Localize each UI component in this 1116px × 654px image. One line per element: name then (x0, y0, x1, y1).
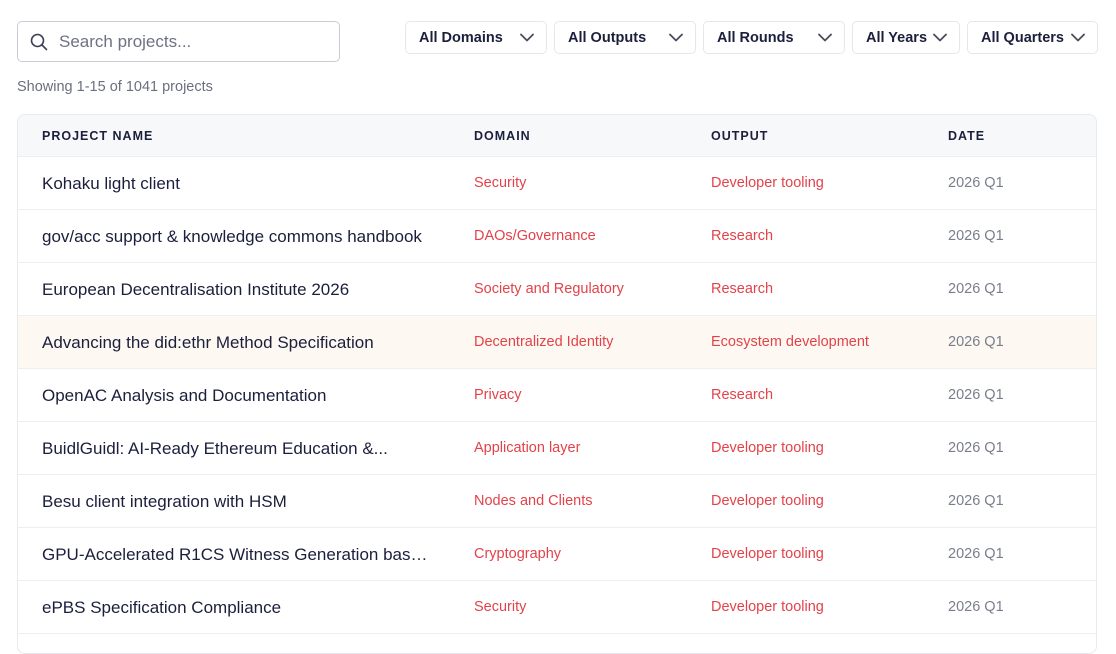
project-date: 2026 Q1 (948, 281, 1004, 297)
project-output: Developer tooling (711, 493, 824, 509)
project-output: Developer tooling (711, 546, 824, 562)
filter-bar: All Domains All Outputs All Rounds All Y… (0, 21, 1116, 54)
project-date: 2026 Q1 (948, 175, 1004, 191)
column-header-date[interactable]: DATE (948, 129, 985, 143)
project-domain: Nodes and Clients (474, 493, 593, 509)
project-date: 2026 Q1 (948, 546, 1004, 562)
project-output: Developer tooling (711, 440, 824, 456)
table-row[interactable]: OpenAC Analysis and Documentation Privac… (18, 369, 1096, 422)
chevron-down-icon (669, 33, 683, 42)
project-name[interactable]: gov/acc support & knowledge commons hand… (42, 210, 432, 263)
table-row-hovered[interactable]: Advancing the did:ethr Method Specificat… (18, 316, 1096, 369)
project-domain: Privacy (474, 387, 522, 403)
column-header-project-name[interactable]: PROJECT NAME (42, 129, 153, 143)
project-name[interactable]: European Decentralisation Institute 2026 (42, 263, 432, 316)
project-date: 2026 Q1 (948, 599, 1004, 615)
column-header-domain[interactable]: DOMAIN (474, 129, 531, 143)
year-filter-label: All Years (866, 29, 928, 46)
table-row[interactable]: BuidlGuidl: AI-Ready Ethereum Education … (18, 422, 1096, 475)
project-name[interactable]: Besu client integration with HSM (42, 475, 432, 528)
domain-filter-dropdown[interactable]: All Domains (405, 21, 547, 54)
chevron-down-icon (818, 33, 832, 42)
project-date: 2026 Q1 (948, 228, 1004, 244)
chevron-down-icon (520, 33, 534, 42)
project-domain: Society and Regulatory (474, 281, 624, 297)
project-name[interactable]: OpenAC Analysis and Documentation (42, 369, 432, 422)
project-output: Research (711, 281, 774, 297)
table-row[interactable]: gov/acc support & knowledge commons hand… (18, 210, 1096, 263)
chevron-down-icon (1071, 33, 1085, 42)
project-output: Research (711, 387, 774, 403)
output-filter-label: All Outputs (568, 29, 647, 46)
project-domain: Cryptography (474, 546, 562, 562)
table-row[interactable]: ePBS Specification Compliance Security D… (18, 581, 1096, 634)
project-date: 2026 Q1 (948, 440, 1004, 456)
table-row[interactable]: GPU-Accelerated R1CS Witness Generation … (18, 528, 1096, 581)
output-filter-dropdown[interactable]: All Outputs (554, 21, 696, 54)
project-date: 2026 Q1 (948, 493, 1004, 509)
round-filter-dropdown[interactable]: All Rounds (703, 21, 845, 54)
project-domain: Application layer (474, 440, 581, 456)
table-row[interactable]: Kohaku light client Security Developer t… (18, 157, 1096, 210)
project-domain: Decentralized Identity (474, 334, 614, 350)
project-name[interactable]: Advancing the did:ethr Method Specificat… (42, 316, 432, 369)
year-filter-dropdown[interactable]: All Years (852, 21, 960, 54)
project-output: Developer tooling (711, 599, 824, 615)
column-header-output[interactable]: OUTPUT (711, 129, 768, 143)
results-count: Showing 1-15 of 1041 projects (17, 79, 213, 95)
table-row[interactable]: European Decentralisation Institute 2026… (18, 263, 1096, 316)
project-domain: Security (474, 175, 527, 191)
project-date: 2026 Q1 (948, 334, 1004, 350)
project-name[interactable]: ePBS Specification Compliance (42, 581, 432, 634)
projects-table: PROJECT NAME DOMAIN OUTPUT DATE Kohaku l… (17, 114, 1097, 654)
project-domain: Security (474, 599, 527, 615)
project-domain: DAOs/Governance (474, 228, 596, 244)
project-output: Developer tooling (711, 175, 824, 191)
quarter-filter-label: All Quarters (981, 29, 1064, 46)
project-name[interactable]: GPU-Accelerated R1CS Witness Generation … (42, 528, 432, 581)
project-output: Research (711, 228, 774, 244)
chevron-down-icon (933, 33, 947, 42)
domain-filter-label: All Domains (419, 29, 503, 46)
table-row[interactable]: Besu client integration with HSM Nodes a… (18, 475, 1096, 528)
project-output: Ecosystem development (711, 334, 869, 350)
project-date: 2026 Q1 (948, 387, 1004, 403)
round-filter-label: All Rounds (717, 29, 794, 46)
project-name[interactable]: Kohaku light client (42, 157, 432, 210)
project-name[interactable]: BuidlGuidl: AI-Ready Ethereum Education … (42, 422, 432, 475)
table-header: PROJECT NAME DOMAIN OUTPUT DATE (18, 115, 1096, 157)
quarter-filter-dropdown[interactable]: All Quarters (967, 21, 1098, 54)
